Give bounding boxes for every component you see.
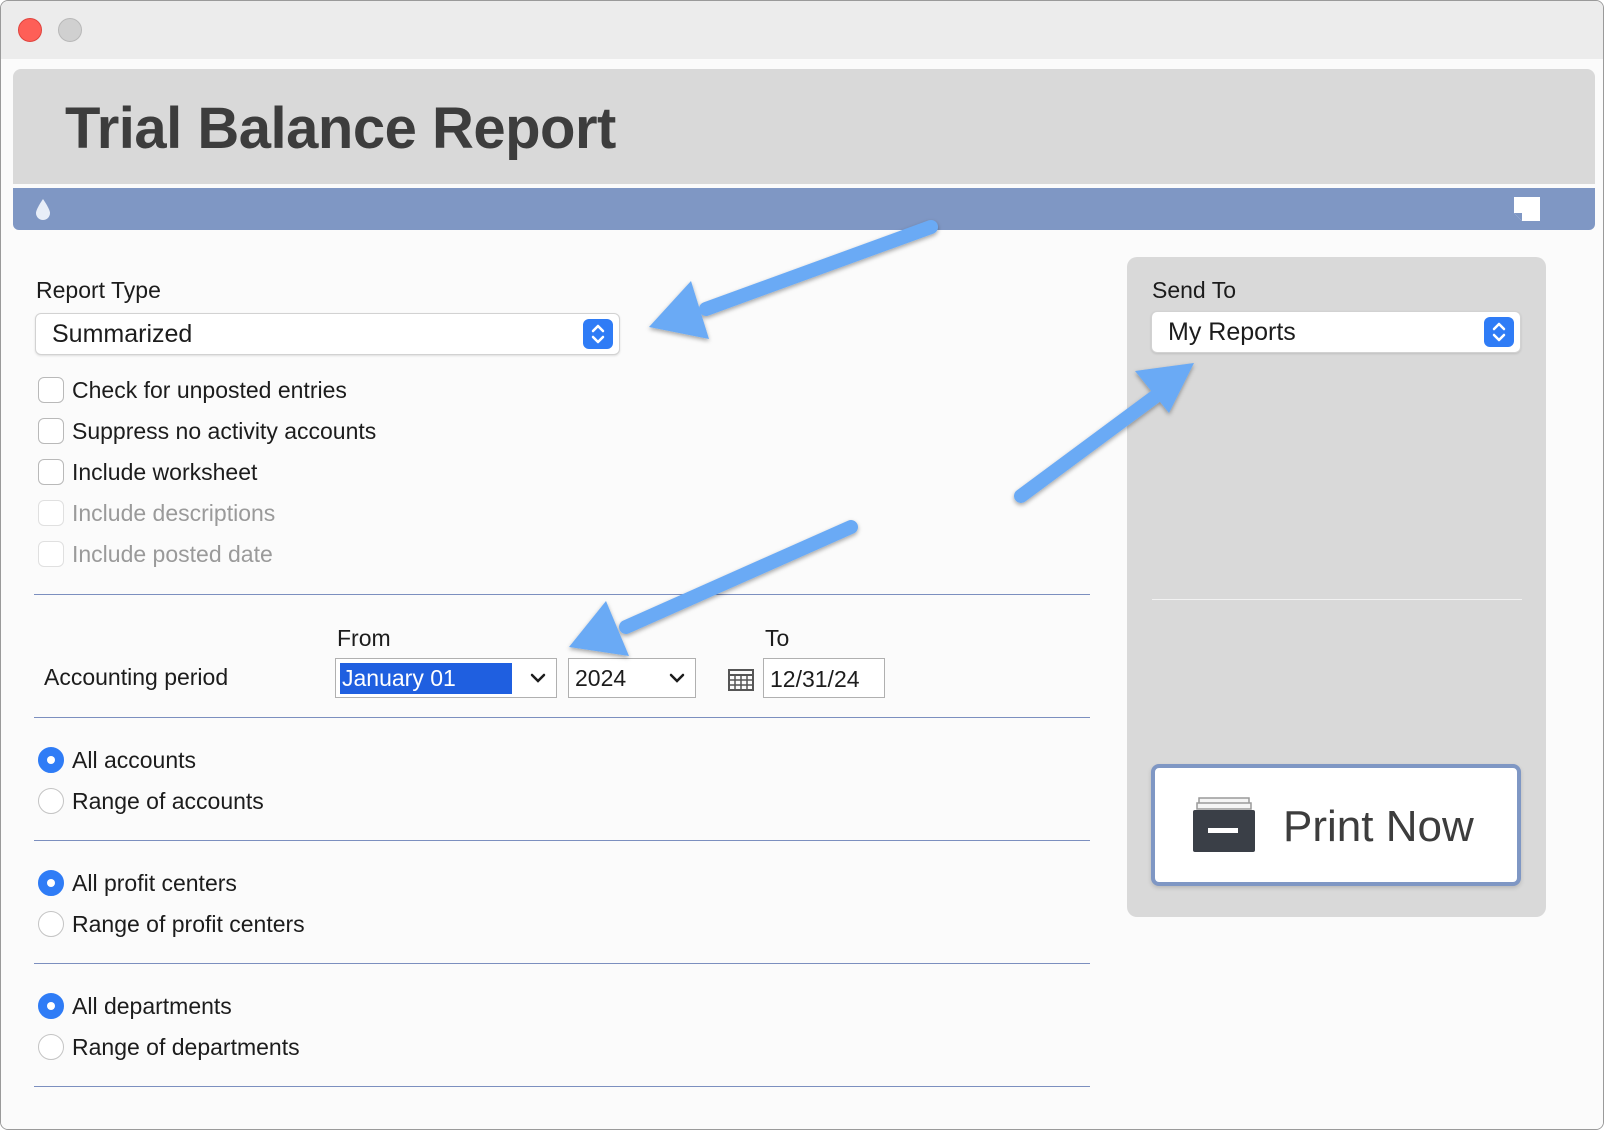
from-month-value: January 01 <box>340 663 512 694</box>
checkbox[interactable] <box>38 377 64 403</box>
section-divider <box>34 963 1090 964</box>
chevron-down-icon <box>669 671 685 689</box>
to-label: To <box>765 625 790 651</box>
option-label: Check for unposted entries <box>72 377 347 403</box>
radio-button[interactable] <box>38 993 64 1019</box>
panel-divider <box>1152 599 1522 600</box>
radio-label: All profit centers <box>72 870 237 896</box>
drop-icon[interactable] <box>35 198 51 225</box>
print-now-button[interactable]: Print Now <box>1151 764 1521 886</box>
toolbar-bar <box>13 188 1595 230</box>
printer-icon <box>1191 796 1255 859</box>
section-divider <box>34 594 1090 595</box>
section-divider <box>34 840 1090 841</box>
send-to-value: My Reports <box>1168 318 1296 346</box>
from-month-dropdown[interactable]: January 01 <box>335 658 557 698</box>
from-year-dropdown[interactable]: 2024 <box>568 658 696 698</box>
from-label: From <box>337 625 391 651</box>
option-label: Include descriptions <box>72 500 276 526</box>
option-label: Include worksheet <box>72 459 258 485</box>
section-divider <box>34 1086 1090 1087</box>
title-bar <box>1 1 1603 59</box>
radio-button[interactable] <box>38 747 64 773</box>
report-content: Trial Balance Report Report Type Summari… <box>1 59 1603 1129</box>
chevron-down-icon <box>530 671 546 689</box>
page-title: Trial Balance Report <box>65 96 616 161</box>
to-date-field[interactable]: 12/31/24 <box>763 658 885 698</box>
checkbox <box>38 500 64 526</box>
radio-label: Range of profit centers <box>72 911 305 937</box>
radio-label: Range of departments <box>72 1034 300 1060</box>
radio-button[interactable] <box>38 1034 64 1060</box>
radio-button[interactable] <box>38 870 64 896</box>
accounting-period-label: Accounting period <box>44 664 229 690</box>
calendar-icon[interactable] <box>728 669 754 696</box>
report-type-label: Report Type <box>36 277 161 303</box>
report-type-select[interactable]: Summarized <box>35 313 620 355</box>
checkbox <box>38 541 64 567</box>
radio-label: All accounts <box>72 747 197 773</box>
updown-chevron-icon <box>583 319 613 349</box>
minimize-window-button[interactable] <box>58 18 82 42</box>
report-header: Trial Balance Report <box>13 69 1595 184</box>
send-to-select[interactable]: My Reports <box>1151 311 1521 353</box>
report-type-value: Summarized <box>52 320 193 348</box>
checkbox[interactable] <box>38 418 64 444</box>
radio-button[interactable] <box>38 788 64 814</box>
radio-label: All departments <box>72 993 232 1019</box>
note-icon[interactable] <box>1513 196 1541 227</box>
close-window-button[interactable] <box>18 18 42 42</box>
option-label: Suppress no activity accounts <box>72 418 377 444</box>
checkbox[interactable] <box>38 459 64 485</box>
send-to-label: Send To <box>1152 277 1236 303</box>
radio-button[interactable] <box>38 911 64 937</box>
updown-chevron-icon <box>1484 317 1514 347</box>
to-date-value: 12/31/24 <box>770 666 860 692</box>
option-label: Include posted date <box>72 541 273 567</box>
section-divider <box>34 717 1090 718</box>
send-to-panel: Send To My Reports Print Now <box>1127 257 1546 917</box>
radio-label: Range of accounts <box>72 788 264 814</box>
print-now-label: Print Now <box>1283 802 1474 851</box>
report-window: Trial Balance Report Report Type Summari… <box>0 0 1604 1130</box>
from-year-value: 2024 <box>575 665 627 691</box>
